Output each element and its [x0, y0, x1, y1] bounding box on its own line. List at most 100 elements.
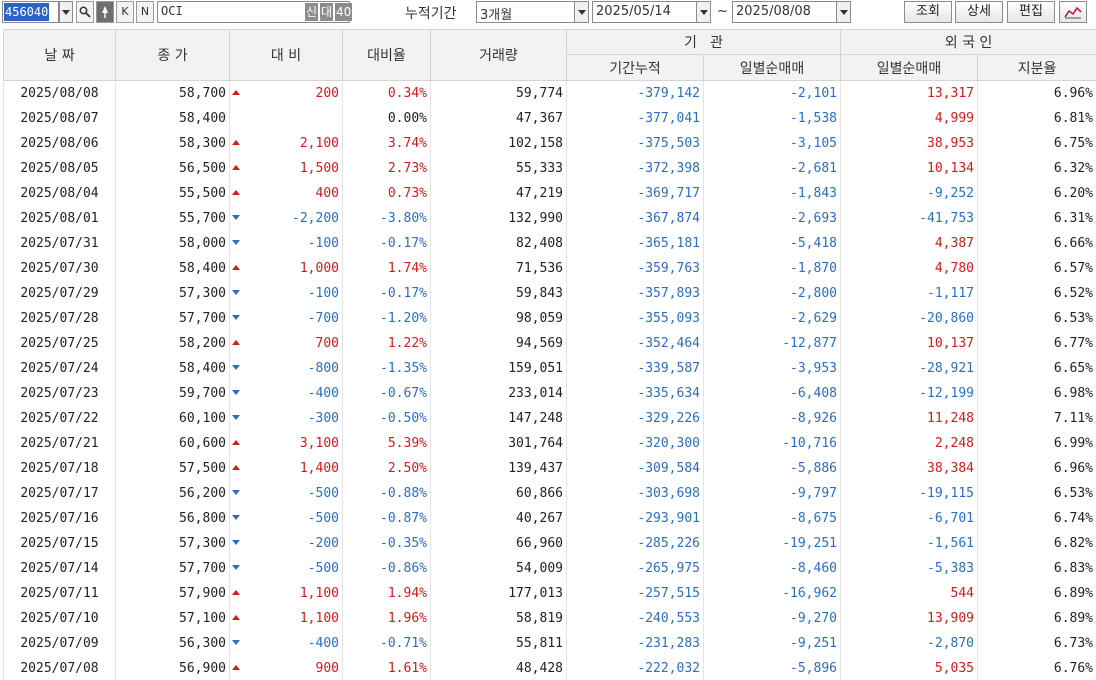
n-icon[interactable]: N [136, 1, 154, 23]
header-foreign-daily[interactable]: 일별순매매 [840, 54, 978, 81]
header-inst-daily[interactable]: 일별순매매 [703, 54, 841, 81]
date-from-field[interactable]: 2025/05/14 [592, 1, 711, 23]
date-cell: 2025/08/07 [3, 105, 116, 131]
foreign-share-cell-value: 6.76% [1053, 660, 1094, 676]
inst-daily-cell: -19,251 [703, 530, 841, 556]
header-close[interactable]: 종 가 [115, 29, 230, 81]
close-cell: 60,100 [115, 405, 230, 431]
change-cell-value: -200 [307, 535, 339, 551]
foreign-daily-cell-value: 4,780 [934, 260, 974, 276]
header-foreign-share[interactable]: 지분율 [976, 54, 1096, 81]
inst-daily-cell-value: -19,251 [782, 535, 837, 551]
header-volume[interactable]: 거래량 [430, 29, 567, 81]
inst-daily-cell: -12,877 [703, 330, 841, 356]
inst-daily-cell: -5,886 [703, 455, 841, 481]
table-row[interactable]: 2025/07/10 57,100 1,100 1.96% 58,819 -240,553… [3, 605, 1096, 631]
inst-daily-cell: -2,629 [703, 305, 841, 331]
volume-cell-value: 102,158 [508, 135, 563, 151]
header-change[interactable]: 대 비 [229, 29, 343, 81]
date-cell: 2025/07/10 [3, 605, 116, 631]
foreign-share-cell-value: 6.82% [1053, 535, 1094, 551]
close-cell: 58,000 [115, 230, 230, 256]
change-cell-value: -500 [307, 560, 339, 576]
table-row[interactable]: 2025/07/25 58,200 700 1.22% 94,569 -352,464 -1… [3, 330, 1096, 356]
inst-cumulative-cell: -339,587 [566, 355, 704, 381]
table-row[interactable]: 2025/08/05 56,500 1,500 2.73% 55,333 -372,398… [3, 155, 1096, 181]
inst-cumulative-cell-value: -359,763 [637, 260, 700, 276]
inst-daily-cell: -2,800 [703, 280, 841, 306]
chart-icon[interactable] [1059, 1, 1087, 23]
foreign-daily-cell: -19,115 [840, 480, 978, 506]
table-row[interactable]: 2025/07/22 60,100 -300 -0.50% 147,248 -329,22… [3, 405, 1096, 431]
detail-button[interactable]: 상세 [955, 1, 1003, 23]
table-row[interactable]: 2025/07/29 57,300 -100 -0.17% 59,843 -357,893… [3, 280, 1096, 306]
date-cell-value: 2025/07/08 [20, 660, 99, 676]
table-row[interactable]: 2025/08/07 58,400 0.00% 47,367 -377,041 -1,53… [3, 105, 1096, 131]
table-row[interactable]: 2025/07/28 57,700 -700 -1.20% 98,059 -355,093… [3, 305, 1096, 331]
close-cell: 58,300 [115, 130, 230, 156]
date-cell: 2025/08/01 [3, 205, 116, 231]
change-cell-value: 3,100 [299, 435, 339, 451]
rate-cell: 1.96% [342, 605, 431, 631]
rate-cell: -0.35% [342, 530, 431, 556]
table-row[interactable]: 2025/07/11 57,900 1,100 1.94% 177,013 -257,51… [3, 580, 1096, 606]
rate-cell-value: -0.87% [380, 510, 427, 526]
stock-code-dropdown[interactable] [59, 1, 73, 23]
toolbar: 456040 K N OCI 신 대 40 누적기간 3개월 2025/05/1… [0, 0, 1096, 28]
table-row[interactable]: 2025/07/08 56,900 900 1.61% 48,428 -222,032 -5… [3, 655, 1096, 680]
stock-code-input[interactable]: 456040 [2, 1, 59, 23]
foreign-share-cell-value: 6.31% [1053, 210, 1094, 226]
table-row[interactable]: 2025/08/04 55,500 400 0.73% 47,219 -369,717 -1… [3, 180, 1096, 206]
header-rate[interactable]: 대비율 [342, 29, 431, 81]
date-to-field[interactable]: 2025/08/08 [732, 1, 851, 23]
table-row[interactable]: 2025/07/23 59,700 -400 -0.67% 233,014 -335,63… [3, 380, 1096, 406]
table-row[interactable]: 2025/07/18 57,500 1,400 2.50% 139,437 -309,58… [3, 455, 1096, 481]
change-cell: 200 [229, 80, 343, 106]
stock-name-field[interactable]: OCI 신 대 40 [157, 1, 353, 23]
volume-cell-value: 58,819 [516, 610, 563, 626]
inst-cumulative-cell: -375,503 [566, 130, 704, 156]
table-row[interactable]: 2025/07/09 56,300 -400 -0.71% 55,811 -231,283… [3, 630, 1096, 656]
table-row[interactable]: 2025/07/15 57,300 -200 -0.35% 66,960 -285,226… [3, 530, 1096, 556]
close-cell: 57,300 [115, 280, 230, 306]
table-row[interactable]: 2025/07/24 58,400 -800 -1.35% 159,051 -339,58… [3, 355, 1096, 381]
inst-daily-cell-value: -2,681 [790, 160, 837, 176]
rate-cell-value: -0.17% [380, 235, 427, 251]
table-row[interactable]: 2025/08/06 58,300 2,100 3.74% 102,158 -375,50… [3, 130, 1096, 156]
date-cell-value: 2025/07/31 [20, 235, 99, 251]
header-date[interactable]: 날 짜 [3, 29, 116, 81]
change-cell: 400 [229, 180, 343, 206]
edit-button[interactable]: 편집 [1007, 1, 1055, 23]
volume-cell: 159,051 [430, 355, 567, 381]
close-cell-value: 56,300 [179, 635, 226, 651]
k-icon[interactable]: K [116, 1, 134, 23]
inst-cumulative-cell-value: -231,283 [637, 635, 700, 651]
pin-icon[interactable] [96, 1, 114, 23]
foreign-daily-cell: -1,561 [840, 530, 978, 556]
period-select[interactable]: 3개월 [476, 1, 589, 23]
change-cell: 1,000 [229, 255, 343, 281]
table-row[interactable]: 2025/07/31 58,000 -100 -0.17% 82,408 -365,181… [3, 230, 1096, 256]
query-button[interactable]: 조회 [904, 1, 952, 23]
volume-cell: 47,219 [430, 180, 567, 206]
foreign-daily-cell: -5,383 [840, 555, 978, 581]
table-row[interactable]: 2025/08/01 55,700 -2,200 -3.80% 132,990 -367,… [3, 205, 1096, 231]
header-inst-cumulative[interactable]: 기간누적 [566, 54, 704, 81]
change-cell: 900 [229, 655, 343, 680]
change-cell-value: -500 [307, 510, 339, 526]
change-cell: -500 [229, 480, 343, 506]
inst-daily-cell-value: -9,270 [790, 610, 837, 626]
down-triangle-icon [232, 489, 240, 495]
up-triangle-icon [232, 664, 240, 670]
table-row[interactable]: 2025/07/16 56,800 -500 -0.87% 40,267 -293,901… [3, 505, 1096, 531]
inst-daily-cell-value: -8,926 [790, 410, 837, 426]
table-row[interactable]: 2025/07/21 60,600 3,100 5.39% 301,764 -320,30… [3, 430, 1096, 456]
table-row[interactable]: 2025/07/17 56,200 -500 -0.88% 60,866 -303,698… [3, 480, 1096, 506]
table-row[interactable]: 2025/07/30 58,400 1,000 1.74% 71,536 -359,763… [3, 255, 1096, 281]
foreign-share-cell: 6.57% [976, 255, 1096, 281]
table-row[interactable]: 2025/07/14 57,700 -500 -0.86% 54,009 -265,975… [3, 555, 1096, 581]
table-row[interactable]: 2025/08/08 58,700 200 0.34% 59,774 -379,142 -2… [3, 80, 1096, 106]
search-icon[interactable] [76, 1, 94, 23]
inst-cumulative-cell: -285,226 [566, 530, 704, 556]
date-cell: 2025/07/08 [3, 655, 116, 680]
